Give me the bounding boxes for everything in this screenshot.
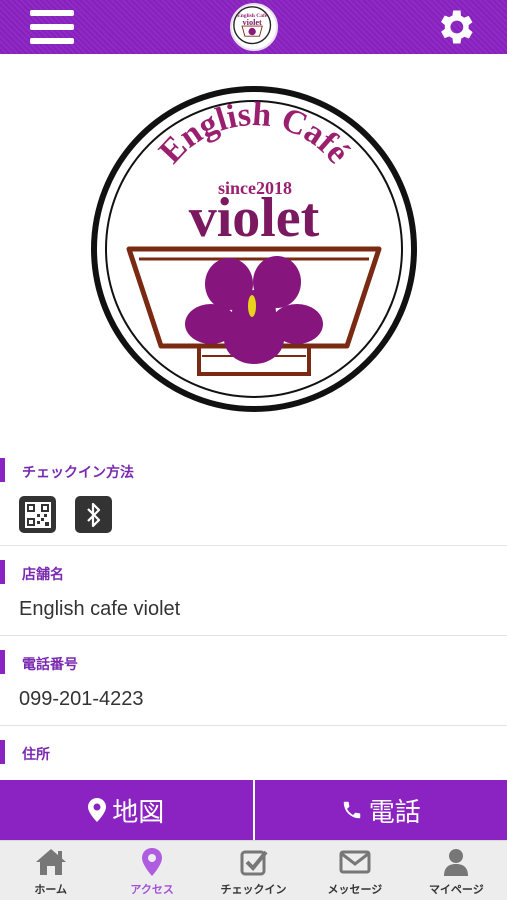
nav-mypage[interactable]: マイページ (406, 841, 507, 900)
nav-access-label: アクセス (130, 884, 174, 896)
qr-code-icon[interactable] (19, 496, 56, 533)
nav-message[interactable]: メッセージ (304, 841, 405, 900)
phone-icon (343, 801, 360, 819)
action-bar: 地図 電話 (0, 780, 507, 840)
phone-value[interactable]: 099-201-4223 (19, 688, 144, 711)
cafe-logo: English Café since2018 violet (0, 54, 507, 444)
logo-line3: violet (188, 187, 319, 249)
store-name-value: English cafe violet (19, 598, 181, 620)
phone-title: 電話番号 (22, 656, 78, 672)
nav-message-label: メッセージ (327, 884, 383, 896)
user-icon (444, 849, 469, 876)
map-button[interactable]: 地図 (0, 780, 253, 840)
bluetooth-icon[interactable] (75, 496, 112, 533)
map-button-label: 地図 (112, 796, 165, 827)
call-button[interactable]: 電話 (252, 780, 507, 840)
address-title: 住所 (22, 746, 50, 762)
nav-access[interactable]: アクセス (101, 841, 202, 900)
bottom-navigation: ホーム アクセス チェックイン メッセージ マイページ (0, 840, 507, 900)
nav-checkin-label: チェックイン (220, 884, 287, 896)
home-icon (35, 849, 66, 875)
phone-section: 電話番号 099-201-4223 (0, 648, 507, 726)
nav-home[interactable]: ホーム (0, 841, 101, 900)
location-pin-icon (142, 848, 163, 876)
address-section: 住所 (0, 738, 507, 780)
checkin-section: チェックイン方法 (0, 456, 507, 546)
call-button-label: 電話 (368, 796, 421, 827)
mail-icon (339, 850, 371, 874)
nav-home-label: ホーム (34, 884, 68, 896)
map-pin-icon (88, 798, 107, 822)
nav-checkin[interactable]: チェックイン (203, 841, 304, 900)
store-name-title: 店舗名 (22, 566, 64, 582)
gear-icon[interactable] (433, 5, 477, 49)
store-name-section: 店舗名 English cafe violet (0, 558, 507, 636)
top-logo[interactable]: English Café violet (230, 3, 278, 51)
nav-mypage-label: マイページ (428, 884, 484, 896)
checkin-title: チェックイン方法 (22, 464, 134, 480)
checkin-icon (240, 850, 268, 876)
hamburger-menu-icon[interactable] (30, 10, 74, 44)
